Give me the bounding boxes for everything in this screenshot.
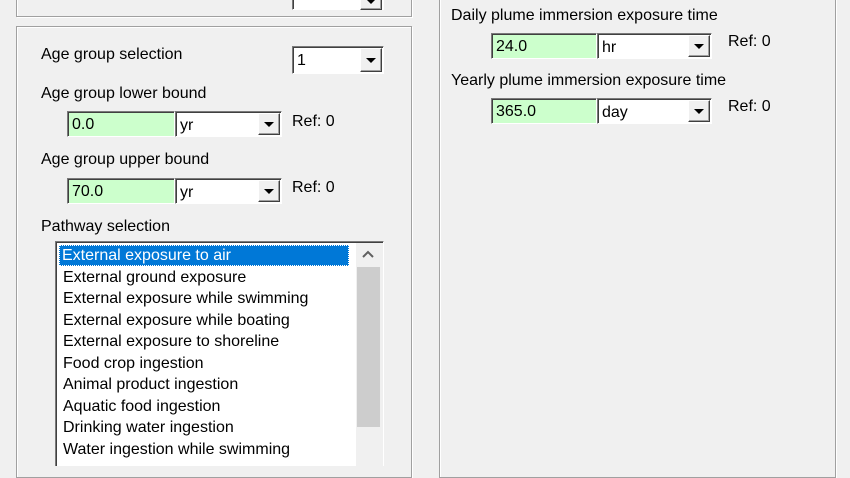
upper-bound-unit-dropdown-button[interactable] xyxy=(258,180,280,202)
chevron-down-icon xyxy=(264,122,274,127)
age-group-selection-value: 1 xyxy=(297,52,306,69)
daily-exposure-unit-combo[interactable]: hr xyxy=(597,33,712,59)
chevron-down-icon xyxy=(694,109,704,114)
age-group-upper-bound-label: Age group upper bound xyxy=(41,151,210,168)
scroll-thumb[interactable] xyxy=(357,267,380,427)
yearly-exposure-input[interactable]: 365.0 xyxy=(491,98,597,124)
daily-exposure-input[interactable]: 24.0 xyxy=(491,33,597,59)
upper-bound-unit-value: yr xyxy=(180,184,194,201)
yearly-exposure-unit-value: day xyxy=(602,104,628,121)
pathway-list-item[interactable]: External exposure to air xyxy=(59,245,349,266)
age-group-selection-combo[interactable]: 1 xyxy=(292,46,384,74)
lower-bound-unit-value: yr xyxy=(180,117,194,134)
chevron-up-icon xyxy=(362,250,374,258)
pathway-selection-label: Pathway selection xyxy=(41,218,170,235)
chevron-down-icon xyxy=(694,44,704,49)
yearly-exposure-unit-combo[interactable]: day xyxy=(597,98,712,124)
daily-exposure-unit-value: hr xyxy=(602,39,617,56)
pathway-list-item[interactable]: Animal product ingestion xyxy=(60,374,241,395)
age-group-selection-dropdown-button[interactable] xyxy=(360,48,382,72)
daily-exposure-ref: Ref: 0 xyxy=(728,33,771,50)
age-group-selection-label: Age group selection xyxy=(41,46,183,63)
pathway-scrollbar[interactable] xyxy=(356,243,383,466)
pathway-list-item[interactable]: External exposure while boating xyxy=(60,310,293,331)
age-group-lower-bound-label: Age group lower bound xyxy=(41,85,207,102)
pathway-listbox[interactable]: External exposure to air External ground … xyxy=(55,241,384,466)
yearly-exposure-ref: Ref: 0 xyxy=(728,98,771,115)
upper-bound-input[interactable]: 70.0 xyxy=(67,178,175,204)
top-combo-partial[interactable] xyxy=(292,0,384,10)
lower-bound-unit-combo[interactable]: yr xyxy=(175,111,282,137)
yearly-exposure-unit-dropdown-button[interactable] xyxy=(688,100,710,122)
lower-bound-ref: Ref: 0 xyxy=(292,113,335,130)
lower-bound-input[interactable]: 0.0 xyxy=(67,111,175,137)
lower-bound-unit-dropdown-button[interactable] xyxy=(258,113,280,135)
pathway-list-item[interactable]: Aquatic food ingestion xyxy=(60,396,223,417)
chevron-down-icon xyxy=(366,58,376,63)
daily-exposure-unit-dropdown-button[interactable] xyxy=(688,35,710,57)
pathway-list-item[interactable]: External exposure while swimming xyxy=(60,288,311,309)
upper-bound-ref: Ref: 0 xyxy=(292,179,335,196)
pathway-list-item[interactable]: External exposure to shoreline xyxy=(60,331,282,352)
upper-bound-unit-combo[interactable]: yr xyxy=(175,178,282,204)
chevron-down-icon xyxy=(264,189,274,194)
top-combo-dropdown-button[interactable] xyxy=(360,0,382,10)
scroll-up-button[interactable] xyxy=(356,243,381,265)
yearly-exposure-label: Yearly plume immersion exposure time xyxy=(451,72,727,89)
pathway-list-item[interactable]: Drinking water ingestion xyxy=(60,417,237,438)
pathway-list-item[interactable]: External ground exposure xyxy=(60,267,249,288)
pathway-list-item[interactable]: Food crop ingestion xyxy=(60,353,207,374)
pathway-list-item[interactable]: Water ingestion while swimming xyxy=(60,439,293,460)
chevron-down-icon xyxy=(366,0,376,4)
daily-exposure-label: Daily plume immersion exposure time xyxy=(451,7,718,24)
